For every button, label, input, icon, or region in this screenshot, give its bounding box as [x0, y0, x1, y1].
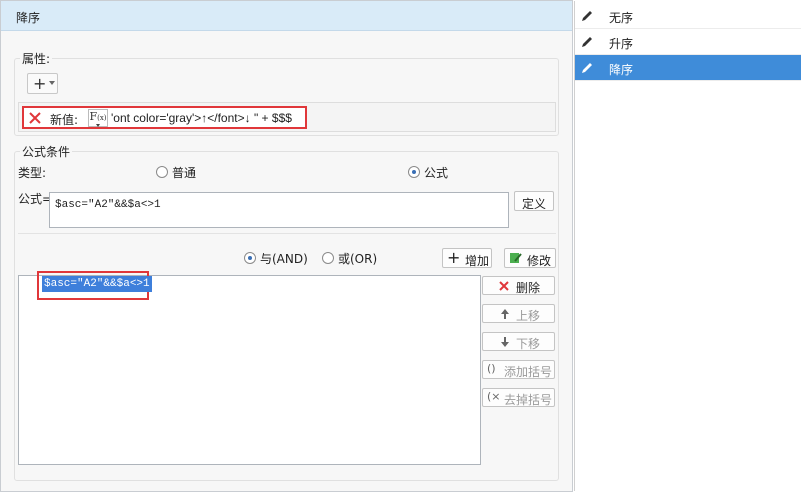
pencil-icon	[582, 37, 592, 47]
sort-item-label: 降序	[609, 63, 634, 77]
type-formula-radio[interactable]	[408, 166, 420, 178]
add-bracket-button[interactable]: () 添加括号	[482, 360, 555, 379]
sort-item-descending[interactable]: 降序	[575, 55, 801, 81]
move-down-button[interactable]: 下移	[482, 332, 555, 351]
sort-item-none[interactable]: 无序	[575, 3, 801, 29]
conditions-list[interactable]	[18, 275, 481, 465]
arrow-up-icon	[501, 309, 509, 319]
add-attribute-dropdown[interactable]: +	[27, 73, 58, 94]
attributes-label: 属性:	[20, 50, 53, 67]
type-normal-radio[interactable]	[156, 166, 168, 178]
add-condition-button[interactable]: + 增加	[442, 248, 492, 268]
plus-icon: +	[33, 74, 47, 93]
define-button-label: 定义	[522, 197, 547, 211]
move-up-label: 上移	[516, 309, 541, 323]
type-label: 类型:	[18, 166, 47, 180]
type-formula-label[interactable]: 公式	[424, 164, 448, 181]
arrow-down-icon	[501, 337, 509, 347]
formula-input-text: $asc="A2"&&$a<>1	[55, 199, 161, 211]
remove-bracket-label: 去掉括号	[504, 393, 553, 407]
formula-label: 公式=	[18, 192, 53, 206]
modify-condition-label: 修改	[527, 254, 552, 268]
logic-or-label[interactable]: 或(OR)	[338, 250, 377, 267]
pencil-icon	[582, 11, 592, 21]
condition-list-item[interactable]: $asc="A2"&&$a<>1	[42, 276, 152, 292]
delete-icon	[499, 281, 509, 291]
formula-condition-label: 公式条件	[20, 143, 73, 160]
divider	[18, 233, 556, 234]
new-value-label: 新值:	[50, 113, 79, 127]
pencil-icon	[582, 63, 592, 73]
chevron-down-icon	[49, 81, 55, 85]
modify-condition-button[interactable]: 修改	[504, 248, 556, 268]
logic-and-radio[interactable]	[244, 252, 256, 264]
new-value-attribute-row[interactable]: 新值: F(x) 'ont color='gray'>↑</font>↓ " +…	[22, 106, 307, 129]
remove-bracket-icon: (×	[487, 390, 501, 403]
move-up-button[interactable]: 上移	[482, 304, 555, 323]
new-value-text[interactable]: 'ont color='gray'>↑</font>↓ " + $$$	[111, 111, 292, 125]
define-button[interactable]: 定义	[514, 191, 554, 211]
formula-fx-icon[interactable]: F(x)	[88, 109, 108, 127]
type-normal-label[interactable]: 普通	[172, 164, 196, 181]
add-bracket-label: 添加括号	[504, 365, 553, 379]
sort-item-label: 升序	[609, 37, 634, 51]
delete-button-label: 删除	[516, 281, 541, 295]
delete-x-icon[interactable]	[27, 110, 43, 126]
logic-and-label[interactable]: 与(AND)	[260, 250, 308, 267]
delete-button[interactable]: 删除	[482, 276, 555, 295]
formula-input[interactable]: $asc="A2"&&$a<>1	[49, 192, 509, 228]
remove-bracket-button[interactable]: (× 去掉括号	[482, 388, 555, 407]
sort-options-list: 无序 升序 降序	[574, 1, 801, 491]
bracket-icon: ()	[487, 362, 496, 375]
add-condition-label: 增加	[465, 254, 490, 268]
sort-item-ascending[interactable]: 升序	[575, 29, 801, 55]
logic-or-radio[interactable]	[322, 252, 334, 264]
dialog-title-bar: 降序	[1, 1, 572, 31]
plus-icon: +	[447, 248, 461, 267]
move-down-label: 下移	[516, 337, 541, 351]
sort-item-label: 无序	[609, 11, 634, 25]
dialog-title: 降序	[16, 11, 41, 25]
modify-icon	[510, 253, 522, 263]
